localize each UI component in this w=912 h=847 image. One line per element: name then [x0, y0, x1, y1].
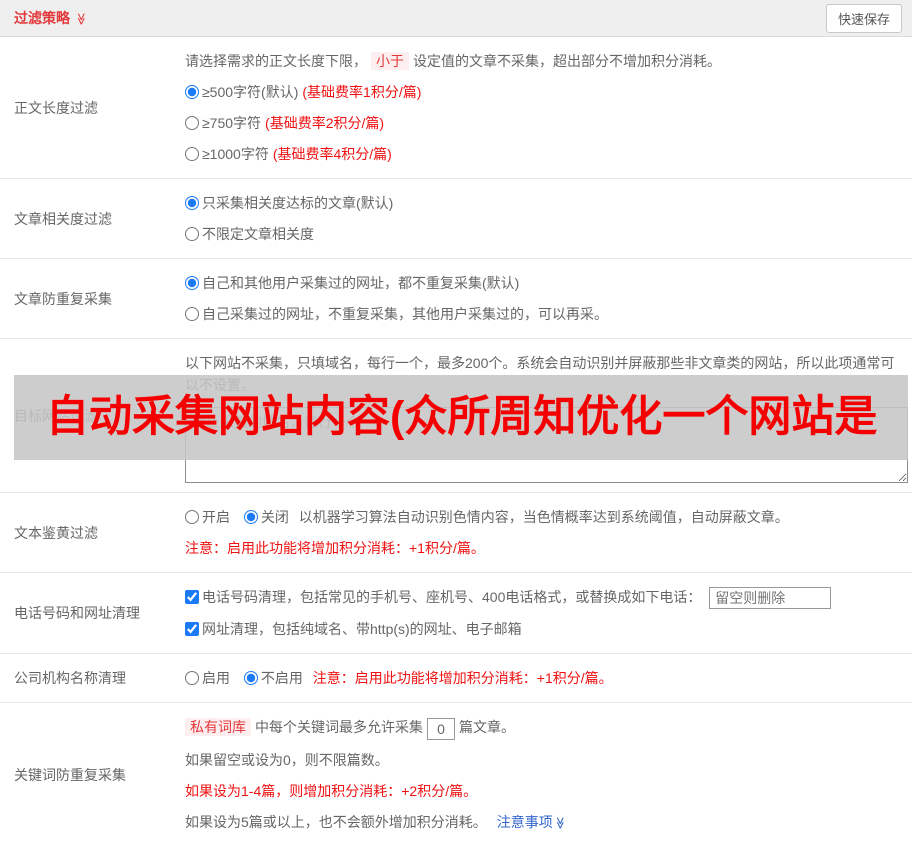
porn-radio-off[interactable]: [243, 510, 258, 524]
ad-overlay-text: 自动采集网站内容(众所周知优化一个网站是: [46, 393, 878, 441]
desc-highlight: 小于: [371, 52, 409, 70]
row-label: 关键词防重复采集: [14, 766, 126, 783]
keyword-note-five: 如果设为5篇或以上，也不会额外增加积分消耗。: [185, 813, 487, 830]
keyword-note-cost: 如果设为1-4篇，则增加积分消耗：+2积分/篇。: [185, 782, 478, 799]
option-note: (基础费率4积分/篇): [272, 146, 392, 162]
company-cost-note: 注意：启用此功能将增加积分消耗：+1积分/篇。: [312, 670, 613, 687]
row-label: 公司机构名称清理: [14, 670, 126, 687]
row-label: 文章相关度过滤: [14, 210, 112, 227]
option-label: 开启: [202, 509, 230, 525]
option-note: (基础费率1积分/篇): [302, 84, 422, 100]
option-label: 关闭: [260, 509, 289, 525]
porn-radio-on[interactable]: [185, 510, 199, 524]
option-label: ≥500字符(默认): [202, 84, 299, 100]
option-label: 自己采集过的网址，不重复采集，其他用户采集过的，可以再采。: [202, 306, 608, 322]
row-label: 文本鉴黄过滤: [14, 524, 98, 541]
porn-option-on[interactable]: 开启: [185, 509, 234, 525]
relevance-radio-strict[interactable]: [185, 196, 199, 210]
length-option-750[interactable]: ≥750字符 (基础费率2积分/篇): [185, 115, 384, 131]
company-option-on[interactable]: 启用: [185, 670, 234, 686]
row-label: 正文长度过滤: [14, 99, 98, 116]
page-title-text: 过滤策略: [14, 10, 70, 26]
company-radio-off[interactable]: [243, 671, 258, 686]
page-title[interactable]: 过滤策略 ≫: [14, 8, 88, 28]
notes-link[interactable]: 注意事项≫: [497, 814, 567, 830]
desc-pre: 请选择需求的正文长度下限，: [185, 53, 367, 69]
keyword-line1-mid: 中每个关键词最多允许采集: [255, 719, 423, 736]
length-option-500[interactable]: ≥500字符(默认) (基础费率1积分/篇): [185, 84, 421, 100]
keyword-line1-post: 篇文章。: [459, 719, 515, 736]
row-label: 文章防重复采集: [14, 290, 112, 307]
option-label: 网址清理，包括纯域名、带http(s)的网址、电子邮箱: [202, 621, 522, 638]
row-dedup-collection: 文章防重复采集 自己和其他用户采集过的网址，都不重复采集(默认) 自己采集过的网…: [0, 259, 912, 339]
length-radio-750[interactable]: [185, 116, 199, 130]
row-phone-url-cleanup: 电话号码和网址清理 电话号码清理，包括常见的手机号、座机号、400电话格式，或替…: [0, 573, 912, 655]
option-label: 只采集相关度达标的文章(默认): [202, 195, 394, 211]
quick-save-button[interactable]: 快速保存: [825, 3, 902, 33]
notes-link-text: 注意事项: [496, 813, 553, 830]
url-cleanup-option[interactable]: 网址清理，包括纯域名、带http(s)的网址、电子邮箱: [185, 621, 522, 637]
row-relevance-filter: 文章相关度过滤 只采集相关度达标的文章(默认) 不限定文章相关度: [0, 179, 912, 259]
porn-option-off[interactable]: 关闭: [243, 509, 293, 525]
phone-cleanup-option[interactable]: 电话号码清理，包括常见的手机号、座机号、400电话格式，或替换成如下电话：: [185, 589, 705, 605]
option-label: 电话号码清理，包括常见的手机号、座机号、400电话格式，或替换成如下电话：: [202, 589, 702, 605]
company-radio-on[interactable]: [185, 671, 199, 686]
row-text-length-filter: 正文长度过滤 请选择需求的正文长度下限， 小于 设定值的文章不采集，超出部分不增加积…: [0, 37, 912, 179]
top-toolbar: 过滤策略 ≫ 快速保存: [0, 0, 912, 37]
relevance-radio-any[interactable]: [185, 227, 199, 241]
url-cleanup-checkbox[interactable]: [185, 622, 199, 637]
row-target-site-filter: 目标网站过滤 以下网站不采集，只填域名，每行一个，最多200个。系统会自动识别并…: [0, 339, 912, 493]
dedup-radio-global[interactable]: [185, 276, 199, 290]
length-radio-1000[interactable]: [185, 147, 199, 161]
chevron-down-icon: ≫: [74, 12, 89, 26]
length-option-1000[interactable]: ≥1000字符 (基础费率4积分/篇): [185, 146, 392, 162]
dedup-option-self[interactable]: 自己采集过的网址，不重复采集，其他用户采集过的，可以再采。: [185, 306, 608, 322]
length-radio-500[interactable]: [185, 85, 199, 99]
row-label: 电话号码和网址清理: [14, 605, 140, 622]
row-keyword-dedup: 关键词防重复采集 私有词库中每个关键词最多允许采集 篇文章。 如果留空或设为0，则…: [0, 703, 912, 846]
private-lexicon-tag: 私有词库: [185, 718, 251, 737]
row-porn-filter: 文本鉴黄过滤 开启 关闭 以机器学习算法自动识别色情内容，当色情概率达到系统阈值…: [0, 493, 912, 573]
porn-description: 以机器学习算法自动识别色情内容，当色情概率达到系统阈值，自动屏蔽文章。: [298, 509, 789, 525]
relevance-option-strict[interactable]: 只采集相关度达标的文章(默认): [185, 195, 393, 211]
relevance-option-any[interactable]: 不限定文章相关度: [185, 226, 314, 242]
desc-post: 设定值的文章不采集，超出部分不增加积分消耗。: [413, 53, 721, 69]
option-label: 启用: [202, 670, 230, 687]
max-articles-input[interactable]: [427, 717, 455, 740]
row-company-cleanup: 公司机构名称清理 启用 不启用 注意：启用此功能将增加积分消耗：+1积分/篇。: [0, 654, 912, 704]
length-description: 请选择需求的正文长度下限， 小于 设定值的文章不采集，超出部分不增加积分消耗。: [185, 50, 908, 72]
option-label: ≥1000字符: [202, 146, 269, 162]
porn-cost-note: 注意：启用此功能将增加积分消耗：+1积分/篇。: [185, 540, 485, 556]
company-option-off[interactable]: 不启用: [243, 670, 307, 687]
option-label: 自己和其他用户采集过的网址，都不重复采集(默认): [202, 275, 520, 291]
option-note: (基础费率2积分/篇): [265, 115, 385, 131]
ad-overlay-banner: 自动采集网站内容(众所周知优化一个网站是: [14, 375, 908, 460]
chevron-down-icon: ≫: [553, 816, 568, 829]
option-label: 不限定文章相关度: [202, 226, 314, 242]
replacement-phone-input[interactable]: [709, 587, 832, 610]
keyword-note-zero: 如果留空或设为0，则不限篇数。: [185, 751, 389, 768]
phone-cleanup-checkbox[interactable]: [185, 590, 199, 604]
option-label: ≥750字符: [202, 115, 262, 131]
dedup-option-global[interactable]: 自己和其他用户采集过的网址，都不重复采集(默认): [185, 275, 519, 291]
option-label: 不启用: [260, 670, 303, 687]
dedup-radio-self[interactable]: [185, 307, 199, 321]
